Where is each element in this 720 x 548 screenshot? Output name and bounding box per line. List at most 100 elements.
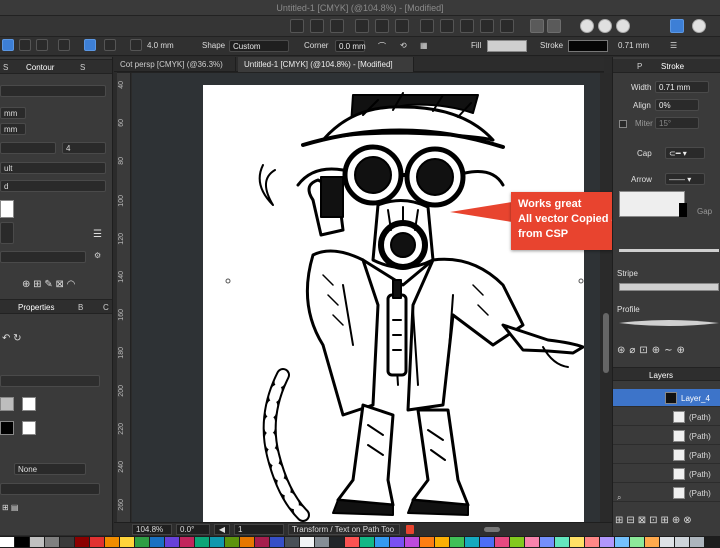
document-page[interactable] xyxy=(203,85,585,522)
toolbar-icon-13[interactable] xyxy=(290,19,304,33)
toolbar-icon-5[interactable] xyxy=(460,19,474,33)
toolbar-icon-2[interactable] xyxy=(547,19,561,33)
toolbar-color-icon-2[interactable] xyxy=(692,19,706,33)
toolbar-icon-8[interactable] xyxy=(395,19,409,33)
color-palette[interactable] xyxy=(0,536,720,548)
palette-swatch[interactable] xyxy=(285,537,299,547)
settings-icon[interactable]: ⚙ xyxy=(94,251,101,260)
no-stroke-icon[interactable] xyxy=(22,421,36,435)
palette-swatch[interactable] xyxy=(420,537,434,547)
miter-checkbox[interactable] xyxy=(619,120,627,128)
stroke-swatch[interactable] xyxy=(568,40,608,52)
palette-swatch[interactable] xyxy=(330,537,344,547)
tab-properties[interactable]: Properties xyxy=(18,303,54,312)
palette-swatch[interactable] xyxy=(675,537,689,547)
mode-dropdown[interactable]: ult xyxy=(0,162,106,174)
layer-action-icons[interactable]: ⊞⊟⊠⊡⊞⊕⊗ xyxy=(615,515,695,526)
doc-tab-cot-persp[interactable]: Cot persp [CMYK] (@36.3%) xyxy=(114,57,236,72)
palette-swatch[interactable] xyxy=(450,537,464,547)
palette-swatch[interactable] xyxy=(240,537,254,547)
zoom-field[interactable]: 104.8% xyxy=(132,524,172,535)
palette-swatch[interactable] xyxy=(480,537,494,547)
align-field[interactable]: 0% xyxy=(655,99,699,111)
palette-swatch[interactable] xyxy=(465,537,479,547)
palette-swatch[interactable] xyxy=(555,537,569,547)
palette-swatch[interactable] xyxy=(15,537,29,547)
page-field[interactable]: 1 xyxy=(234,524,284,535)
transform-tool-icon[interactable] xyxy=(36,39,48,51)
palette-swatch[interactable] xyxy=(90,537,104,547)
contour-type-dropdown[interactable] xyxy=(0,85,106,97)
tab-c[interactable]: C xyxy=(103,303,109,312)
toolbar-toggle-icon-3[interactable] xyxy=(616,19,630,33)
tab-p[interactable]: P xyxy=(637,62,642,71)
prev-page-button[interactable]: ◀ xyxy=(214,524,230,535)
stripe-bar[interactable] xyxy=(619,283,719,291)
opacity-dropdown[interactable] xyxy=(0,483,100,495)
toolbar-icon-10[interactable] xyxy=(355,19,369,33)
palette-swatch[interactable] xyxy=(690,537,704,547)
layer-row-selected[interactable]: Layer_4 xyxy=(613,389,720,407)
tab-s2[interactable]: S xyxy=(80,63,85,72)
toolbar-icon-9[interactable] xyxy=(375,19,389,33)
warning-icon[interactable] xyxy=(406,525,414,534)
palette-swatch[interactable] xyxy=(30,537,44,547)
width-field[interactable]: 0.71 mm xyxy=(655,81,709,93)
toolbar-icon-11[interactable] xyxy=(330,19,344,33)
align-icon[interactable] xyxy=(104,39,116,51)
palette-swatch[interactable] xyxy=(345,537,359,547)
palette-swatch[interactable] xyxy=(0,537,14,547)
vertical-scrollbar[interactable] xyxy=(600,73,612,522)
palette-swatch[interactable] xyxy=(600,537,614,547)
curve-icon[interactable]: ⟲ xyxy=(400,41,407,50)
palette-swatch[interactable] xyxy=(255,537,269,547)
tab-stroke[interactable]: Stroke xyxy=(661,62,684,71)
toolbar-icon-4[interactable] xyxy=(440,19,454,33)
palette-swatch[interactable] xyxy=(510,537,524,547)
corner-field[interactable]: 0.0 mm xyxy=(335,40,366,52)
palette-swatch[interactable] xyxy=(645,537,659,547)
palette-swatch[interactable] xyxy=(570,537,584,547)
toolbar-icon-1[interactable] xyxy=(530,19,544,33)
steps-field[interactable]: 4 xyxy=(62,142,106,154)
toolbar-color-icon-1[interactable] xyxy=(670,19,684,33)
horizontal-scroll-thumb[interactable] xyxy=(484,527,500,532)
toolbar-toggle-icon-1[interactable] xyxy=(580,19,594,33)
palette-swatch[interactable] xyxy=(615,537,629,547)
toolbar-icon-7[interactable] xyxy=(500,19,514,33)
palette-swatch[interactable] xyxy=(360,537,374,547)
fill-color-swatch[interactable] xyxy=(0,397,14,411)
palette-swatch[interactable] xyxy=(210,537,224,547)
grid-icon[interactable]: ▦ xyxy=(420,41,428,50)
layer-search-icon[interactable]: ⌕ xyxy=(617,493,621,503)
palette-swatch[interactable] xyxy=(660,537,674,547)
dash-preview[interactable] xyxy=(619,191,685,217)
tab-s[interactable]: S xyxy=(3,63,8,72)
layer-row[interactable]: (Path) xyxy=(613,446,720,464)
crop-tool-icon[interactable] xyxy=(58,39,70,51)
snap-icon[interactable] xyxy=(84,39,96,51)
radius-field[interactable]: mm xyxy=(0,107,26,119)
menu-icon[interactable]: ☰ xyxy=(93,229,102,240)
dash-swatch[interactable] xyxy=(679,203,687,217)
palette-swatch[interactable] xyxy=(375,537,389,547)
style-dropdown[interactable]: d xyxy=(0,180,106,192)
layer-row[interactable]: (Path) xyxy=(613,465,720,483)
cap-dropdown[interactable]: ⊂━ ▾ xyxy=(665,147,705,159)
arrow-dropdown[interactable]: —— ▾ xyxy=(665,173,705,185)
miter-field[interactable]: 15° xyxy=(655,117,699,129)
palette-swatch[interactable] xyxy=(540,537,554,547)
palette-swatch[interactable] xyxy=(405,537,419,547)
palette-swatch[interactable] xyxy=(45,537,59,547)
tab-layers[interactable]: Layers xyxy=(649,371,673,380)
rotation-field[interactable]: 0.0° xyxy=(176,524,210,535)
panel-icon-row[interactable]: ⊕ ⊞ ✎ ⊠ ◠ xyxy=(22,279,75,290)
palette-swatch[interactable] xyxy=(315,537,329,547)
join-dropdown[interactable] xyxy=(0,142,56,154)
palette-swatch[interactable] xyxy=(195,537,209,547)
palette-swatch[interactable] xyxy=(270,537,284,547)
undo-redo-icons[interactable]: ↶ ↻ xyxy=(2,333,22,344)
offset-field[interactable]: mm xyxy=(0,123,26,135)
toolbar-toggle-icon-2[interactable] xyxy=(598,19,612,33)
toolbar-icon-3[interactable] xyxy=(420,19,434,33)
